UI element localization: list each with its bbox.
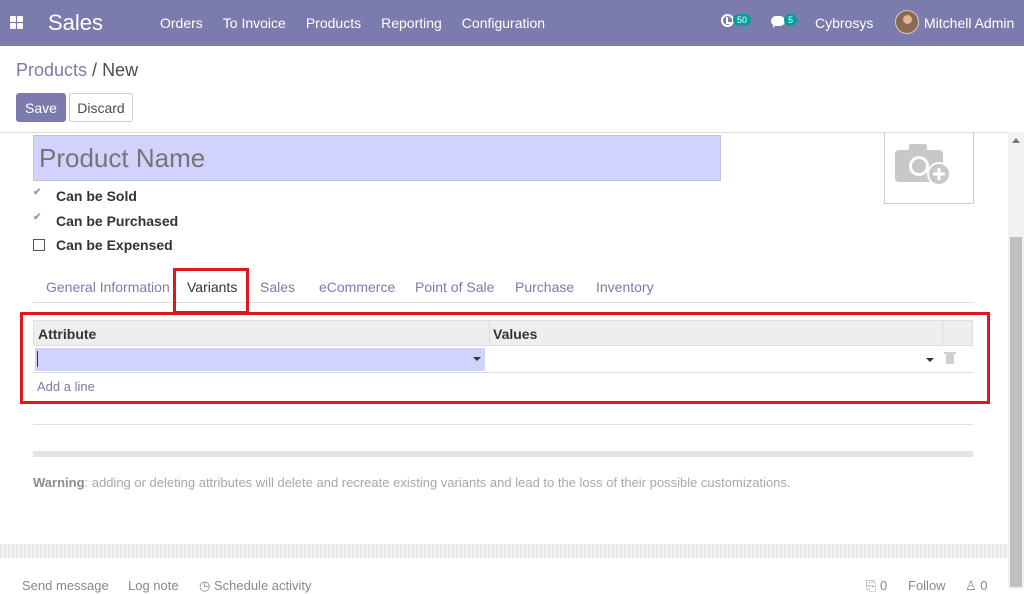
tab-inventory[interactable]: Inventory	[596, 279, 654, 295]
send-message-button[interactable]: Send message	[22, 578, 109, 593]
chatter-bar: Send message Log note ◷ Schedule activit…	[0, 558, 1008, 593]
log-note-button[interactable]: Log note	[128, 578, 179, 593]
scroll-up-icon[interactable]	[1012, 138, 1020, 143]
paperclip-icon: ⎘	[866, 578, 881, 593]
menu-configuration[interactable]: Configuration	[462, 15, 545, 31]
tab-sales[interactable]: Sales	[260, 279, 295, 295]
followers-count: 0	[980, 578, 988, 593]
tab-general-information[interactable]: General Information	[46, 279, 170, 295]
warning-label: Warning	[33, 475, 85, 490]
tab-purchase[interactable]: Purchase	[515, 279, 574, 295]
variants-tab-highlight	[173, 268, 249, 314]
attachments-button[interactable]: ⎘ 0	[866, 578, 887, 594]
save-button[interactable]: Save	[16, 93, 66, 122]
scrollbar[interactable]	[1008, 132, 1024, 589]
user-avatar[interactable]	[895, 10, 919, 34]
divider	[33, 424, 973, 425]
menu-to-invoice[interactable]: To Invoice	[223, 15, 286, 31]
tab-ecommerce[interactable]: eCommerce	[319, 279, 395, 295]
apps-menu-icon[interactable]	[10, 16, 23, 29]
can-be-expensed-checkbox[interactable]	[33, 239, 45, 251]
menu-orders[interactable]: Orders	[160, 15, 203, 31]
tab-point-of-sale[interactable]: Point of Sale	[415, 279, 494, 295]
can-be-sold-row[interactable]: Can be Sold	[33, 187, 137, 204]
schedule-activity-button[interactable]: ◷ Schedule activity	[199, 578, 312, 594]
breadcrumb-separator: /	[87, 60, 103, 80]
can-be-purchased-row[interactable]: Can be Purchased	[33, 212, 179, 229]
message-count-badge: 5	[784, 14, 798, 26]
breadcrumb-products[interactable]: Products	[16, 60, 87, 80]
can-be-purchased-label: Can be Purchased	[56, 213, 179, 229]
attachments-count: 0	[880, 578, 888, 593]
user-icon: ♙	[965, 578, 981, 593]
followers-button[interactable]: ♙ 0	[965, 578, 988, 594]
variants-warning: Warning: adding or deleting attributes w…	[33, 475, 791, 490]
menu-reporting[interactable]: Reporting	[381, 15, 442, 31]
app-title[interactable]: Sales	[48, 10, 103, 36]
scrollbar-thumb[interactable]	[1010, 237, 1022, 587]
can-be-sold-checkbox[interactable]	[33, 187, 45, 202]
breadcrumb-current: New	[102, 60, 139, 80]
product-name-input[interactable]	[33, 135, 721, 181]
activity-count-badge: 50	[733, 14, 752, 26]
company-switcher[interactable]: Cybrosys	[815, 15, 873, 31]
warning-text: : adding or deleting attributes will del…	[84, 475, 791, 490]
can-be-purchased-checkbox[interactable]	[33, 212, 45, 227]
follow-button[interactable]: Follow	[908, 578, 946, 593]
clock-icon: ◷	[199, 578, 214, 593]
variants-table-highlight	[20, 312, 990, 404]
user-menu[interactable]: Mitchell Admin	[924, 15, 1014, 31]
schedule-activity-label: Schedule activity	[213, 578, 312, 593]
top-navbar: Sales Orders To Invoice Products Reporti…	[0, 0, 1024, 46]
camera-add-icon	[895, 144, 951, 186]
menu-products[interactable]: Products	[306, 15, 361, 31]
discard-button[interactable]: Discard	[69, 93, 133, 122]
chat-icon[interactable]	[771, 16, 785, 28]
can-be-expensed-row[interactable]: Can be Expensed	[33, 237, 173, 253]
divider-band	[33, 451, 973, 457]
can-be-expensed-label: Can be Expensed	[56, 237, 173, 253]
product-image-upload[interactable]	[884, 132, 974, 204]
main-menu: Orders To Invoice Products Reporting Con…	[160, 15, 565, 31]
chatter-divider	[0, 544, 1008, 558]
can-be-sold-label: Can be Sold	[56, 188, 137, 204]
breadcrumb: Products / New	[16, 60, 138, 81]
